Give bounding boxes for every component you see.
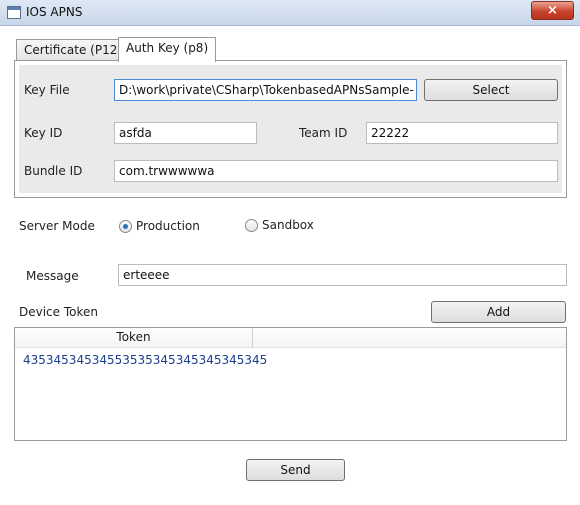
key-id-input[interactable]: asfda: [114, 122, 257, 144]
sandbox-radio[interactable]: [245, 219, 258, 232]
window-title: IOS APNS: [26, 5, 83, 19]
app-window-icon: [7, 6, 21, 19]
tab-auth-key-p8[interactable]: Auth Key (p8): [118, 37, 217, 62]
send-button[interactable]: Send: [246, 459, 345, 481]
add-button[interactable]: Add: [431, 301, 566, 323]
token-row[interactable]: 43534534534553535345345345345345: [23, 353, 267, 367]
column-header-filler: [253, 328, 566, 348]
bundle-id-label: Bundle ID: [24, 164, 83, 178]
server-mode-label: Server Mode: [19, 219, 95, 233]
bundle-id-input[interactable]: com.trwwwwwa: [114, 160, 558, 182]
message-input[interactable]: erteeee: [118, 264, 567, 286]
token-column-header[interactable]: Token: [15, 328, 253, 348]
key-id-label: Key ID: [24, 126, 63, 140]
team-id-label: Team ID: [299, 126, 348, 140]
device-token-label: Device Token: [19, 305, 98, 319]
team-id-input[interactable]: 22222: [366, 122, 558, 144]
title-bar: IOS APNS ×: [0, 0, 580, 26]
key-file-input[interactable]: D:\work\private\CSharp\TokenbasedAPNsSam…: [114, 79, 417, 101]
tab-certificate-p12[interactable]: Certificate (P12): [16, 39, 131, 62]
device-token-list[interactable]: Token 43534534534553535345345345345345: [14, 327, 567, 441]
key-file-label: Key File: [24, 83, 70, 97]
message-label: Message: [26, 269, 79, 283]
production-radio-label[interactable]: Production: [136, 219, 200, 233]
sandbox-radio-label[interactable]: Sandbox: [262, 218, 314, 232]
select-button[interactable]: Select: [424, 79, 558, 101]
close-button[interactable]: ×: [531, 1, 574, 20]
production-radio[interactable]: [119, 220, 132, 233]
